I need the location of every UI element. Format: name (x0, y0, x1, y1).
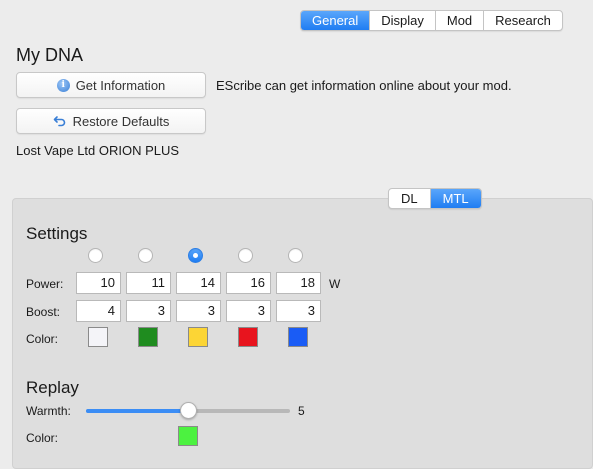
power-label: Power: (26, 277, 64, 291)
power-field-4[interactable]: 16 (226, 272, 271, 294)
boost-field-2[interactable]: 3 (126, 300, 171, 322)
profile-tab-bar: DL MTL (388, 188, 482, 209)
replay-title: Replay (26, 378, 79, 397)
power-field-3[interactable]: 14 (176, 272, 221, 294)
preset-radio-5[interactable] (288, 248, 303, 263)
tab-research[interactable]: Research (483, 11, 562, 30)
boost-label: Boost: (26, 305, 61, 319)
tab-mtl[interactable]: MTL (429, 189, 481, 208)
tab-general[interactable]: General (301, 11, 370, 30)
power-field-1[interactable]: 10 (76, 272, 121, 294)
replay-color-label: Color: (26, 431, 59, 445)
power-field-2[interactable]: 11 (126, 272, 171, 294)
preset-radio-1[interactable] (88, 248, 103, 263)
boost-field-4[interactable]: 3 (226, 300, 271, 322)
color-swatch-3[interactable] (188, 327, 208, 347)
settings-title: Settings (26, 224, 88, 243)
preset-radio-3[interactable] (188, 248, 203, 263)
power-field-5[interactable]: 18 (276, 272, 321, 294)
warmth-slider[interactable] (86, 401, 290, 421)
boost-field-3[interactable]: 3 (176, 300, 221, 322)
undo-arrow-icon (53, 116, 65, 127)
get-information-description: EScribe can get information online about… (216, 78, 512, 93)
restore-defaults-button[interactable]: Restore Defaults (16, 108, 206, 134)
tab-display[interactable]: Display (369, 11, 435, 30)
main-tab-bar: General Display Mod Research (300, 10, 563, 31)
warmth-slider-fill (86, 409, 189, 413)
my-dna-title: My DNA (16, 45, 83, 65)
info-icon: i (56, 78, 70, 92)
tab-dl[interactable]: DL (389, 189, 430, 208)
color-swatch-1[interactable] (88, 327, 108, 347)
warmth-slider-thumb[interactable] (180, 402, 197, 419)
get-information-button[interactable]: i Get Information (16, 72, 206, 98)
color-swatch-5[interactable] (288, 327, 308, 347)
boost-field-1[interactable]: 4 (76, 300, 121, 322)
preset-radio-4[interactable] (238, 248, 253, 263)
color-swatch-4[interactable] (238, 327, 258, 347)
preset-radio-2[interactable] (138, 248, 153, 263)
warmth-label: Warmth: (26, 404, 71, 418)
warmth-value: 5 (298, 404, 305, 418)
restore-defaults-label: Restore Defaults (72, 113, 170, 129)
boost-field-5[interactable]: 3 (276, 300, 321, 322)
tab-mod[interactable]: Mod (434, 11, 483, 30)
color-swatch-2[interactable] (138, 327, 158, 347)
power-unit: W (329, 277, 341, 291)
device-name: Lost Vape Ltd ORION PLUS (16, 143, 180, 158)
get-information-label: Get Information (75, 77, 166, 93)
color-label: Color: (26, 332, 59, 346)
replay-color-swatch[interactable] (178, 426, 198, 446)
